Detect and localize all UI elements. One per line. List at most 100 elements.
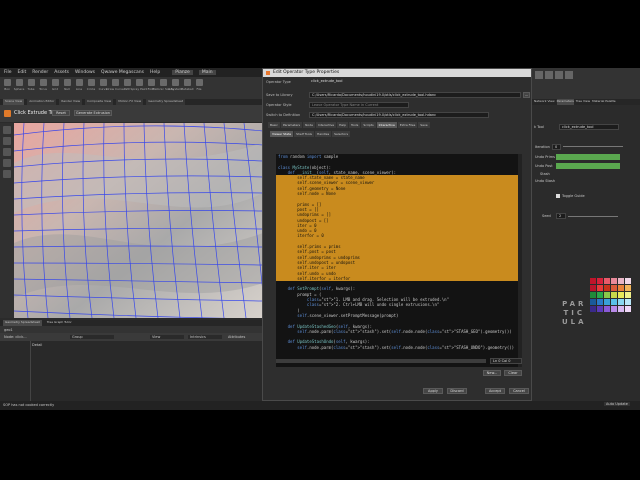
color-swatch[interactable] [604, 306, 610, 312]
tab-help[interactable]: Help [337, 122, 348, 128]
menu-help[interactable]: Help [150, 70, 160, 75]
network-path[interactable]: geo1 [4, 328, 13, 332]
color-swatch[interactable] [604, 278, 610, 284]
color-swatch[interactable] [618, 278, 624, 284]
color-swatch[interactable] [625, 292, 631, 298]
tab-parameters[interactable]: Parameters [280, 122, 303, 128]
color-swatch[interactable] [590, 306, 596, 312]
color-swatch[interactable] [604, 285, 610, 291]
iteration-field[interactable]: 0 [552, 144, 561, 150]
tab-material-palette[interactable]: Material Palette [592, 99, 616, 105]
color-swatch[interactable] [611, 306, 617, 312]
desktop-selector[interactable]: Main [198, 70, 216, 75]
tab-handles[interactable]: Handles [314, 131, 332, 137]
browse-library-icon[interactable]: … [523, 92, 530, 98]
tab-tree-view[interactable]: Tree View [576, 99, 590, 105]
color-swatch[interactable] [590, 285, 596, 291]
color-swatch[interactable] [611, 299, 617, 305]
color-swatch[interactable] [590, 299, 596, 305]
color-swatch[interactable] [618, 292, 624, 298]
color-swatch[interactable] [597, 299, 603, 305]
menu-windows[interactable]: Windows [75, 70, 95, 75]
switch-definition-field[interactable]: C:/Users/Ricardo/Documents/houdini19.0/o… [309, 112, 489, 118]
node-name-field[interactable]: click_extrude_tool [559, 124, 619, 130]
color-swatch[interactable] [625, 306, 631, 312]
iteration-slider[interactable] [563, 146, 623, 147]
build-selector[interactable]: Pianze [172, 70, 193, 75]
lights-icon[interactable] [535, 71, 543, 79]
auto-update-selector[interactable]: Auto Update [604, 402, 630, 406]
color-swatch[interactable] [618, 306, 624, 312]
apply-button[interactable]: Apply [423, 388, 443, 394]
seed-field[interactable]: 2 [556, 213, 566, 219]
rotate-icon[interactable] [3, 148, 11, 156]
color-swatch[interactable] [590, 278, 596, 284]
code-editor[interactable]: from random import sample​class MyState(… [276, 154, 522, 367]
color-swatch[interactable] [597, 306, 603, 312]
tab-tools[interactable]: Tools [348, 122, 361, 128]
shelf-box[interactable]: Box [2, 79, 12, 97]
color-swatch[interactable] [618, 299, 624, 305]
shelf-draw-curve[interactable]: Draw Curve [106, 79, 124, 97]
menu-assets[interactable]: Assets [54, 70, 69, 75]
toggle-guide-checkbox[interactable] [556, 194, 560, 198]
shelf-metaball[interactable]: Metaball [181, 79, 193, 97]
tab-interactive-2[interactable]: Interactive [376, 122, 397, 128]
color-swatch[interactable] [597, 278, 603, 284]
select-icon[interactable] [3, 126, 11, 134]
tab-basic[interactable]: Basic [268, 122, 280, 128]
color-swatch[interactable] [611, 292, 617, 298]
shelf-circle[interactable]: Circle [86, 79, 96, 97]
group-filter[interactable]: Group [70, 335, 114, 339]
color-swatch[interactable] [597, 285, 603, 291]
light-icon[interactable] [555, 71, 563, 79]
intrinsics-filter[interactable]: Intrinsics [188, 335, 222, 339]
menu-file[interactable]: File [4, 70, 12, 75]
seed-slider[interactable] [568, 216, 618, 217]
generate-extrusion-button[interactable]: Generate Extrusion [74, 110, 112, 116]
color-swatch[interactable] [597, 292, 603, 298]
color-swatch[interactable] [604, 292, 610, 298]
editor-hscrollbar[interactable] [276, 359, 486, 363]
view-filter[interactable]: View [150, 335, 184, 339]
color-swatch[interactable] [604, 299, 610, 305]
shelf-spray-paint[interactable]: Spray Paint [130, 79, 148, 97]
tab-shelf-tools[interactable]: Shelf Tools [294, 131, 314, 137]
tab-viewer-state[interactable]: Viewer State [270, 131, 294, 137]
tab-tree-graph[interactable]: Tree Graph Tutor [45, 320, 74, 326]
new-button[interactable]: New... [483, 370, 501, 376]
move-icon[interactable] [3, 137, 11, 145]
shelf-null[interactable]: Null [62, 79, 72, 97]
tab-node[interactable]: Node [303, 122, 315, 128]
shelf-file[interactable]: File [194, 79, 204, 97]
shelf-torus[interactable]: Torus [38, 79, 48, 97]
sky-icon[interactable] [565, 71, 573, 79]
reset-button[interactable]: Reset [52, 110, 70, 116]
clear-button[interactable]: Clear [504, 370, 522, 376]
tab-extra-files[interactable]: Extra Files [397, 122, 418, 128]
tab-selectors[interactable]: Selectors [332, 131, 351, 137]
color-swatch[interactable] [618, 285, 624, 291]
shelf-platonic[interactable]: Platonic Solids [152, 79, 174, 97]
tab-interactive[interactable]: Interactive [315, 122, 337, 128]
color-swatch[interactable] [611, 285, 617, 291]
shelf-tube[interactable]: Tube [26, 79, 36, 97]
shelf-grid[interactable]: Grid [50, 79, 60, 97]
color-swatch[interactable] [625, 299, 631, 305]
camera-icon[interactable] [545, 71, 553, 79]
accept-button[interactable]: Accept [485, 388, 505, 394]
color-swatch[interactable] [611, 278, 617, 284]
scene-viewport[interactable] [14, 123, 263, 318]
handle-icon[interactable] [3, 170, 11, 178]
tab-save[interactable]: Save [418, 122, 430, 128]
menu-edit[interactable]: Edit [18, 70, 27, 75]
color-swatch[interactable] [625, 278, 631, 284]
tab-geometry-spreadsheet-lower[interactable]: Geometry Spreadsheet [3, 320, 42, 326]
shelf-sphere[interactable]: Sphere [14, 79, 24, 97]
color-swatch[interactable] [590, 292, 596, 298]
cancel-button[interactable]: Cancel [509, 388, 529, 394]
tab-scripts[interactable]: Scripts [361, 122, 376, 128]
color-swatch[interactable] [625, 285, 631, 291]
editor-scrollbar[interactable] [518, 154, 522, 367]
discard-button[interactable]: Discard [447, 388, 467, 394]
